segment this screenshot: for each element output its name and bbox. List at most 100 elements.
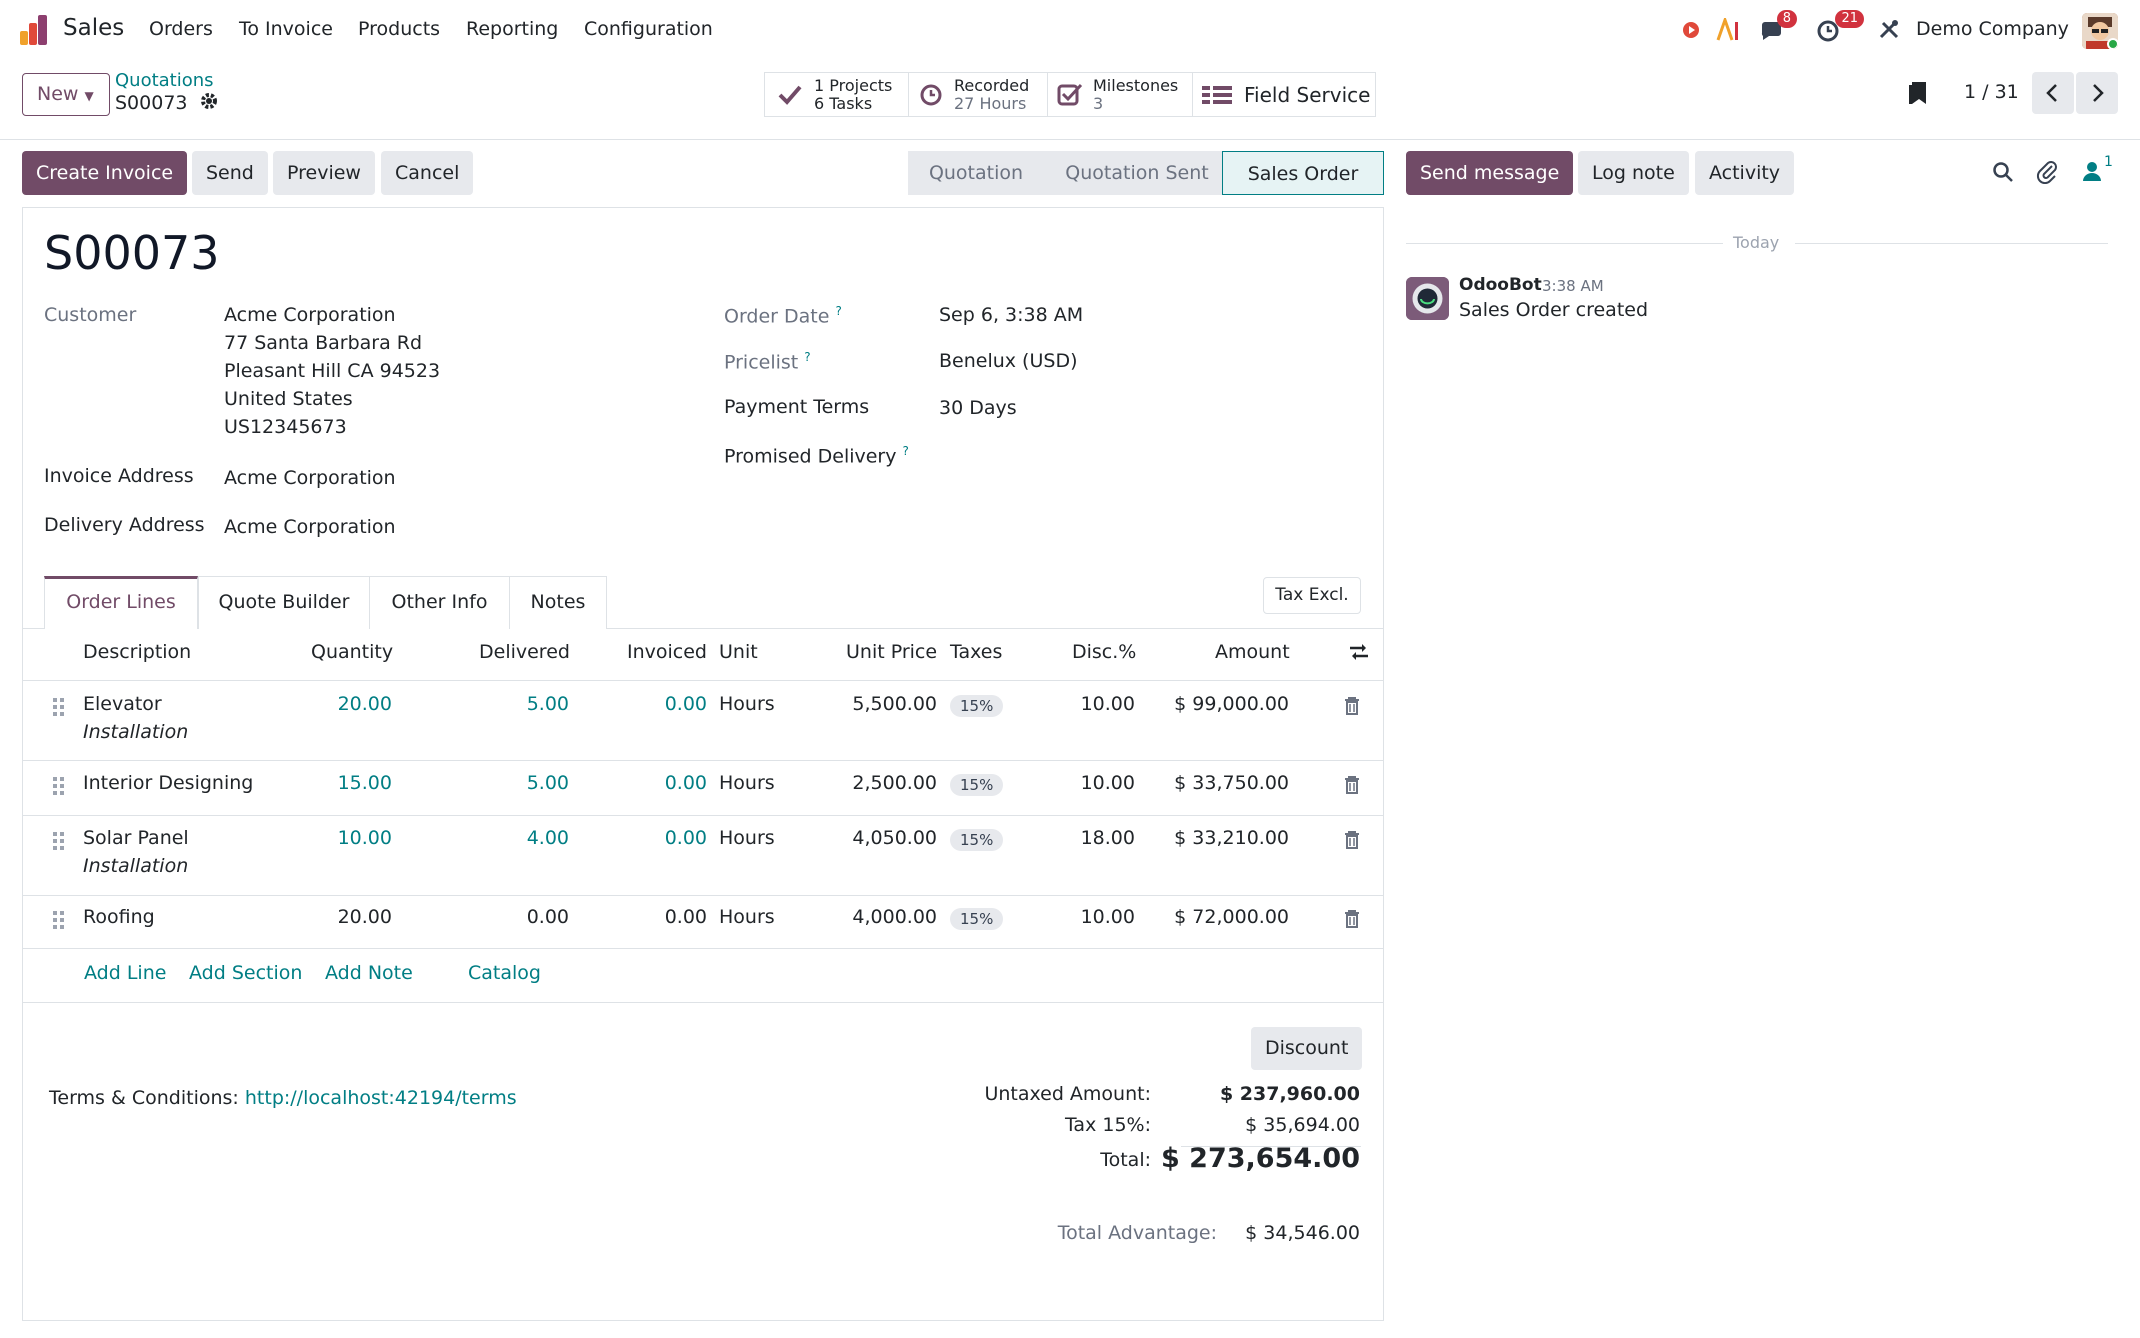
bookmark-icon[interactable] [1908, 80, 1928, 111]
stage-quotation-sent[interactable]: Quotation Sent [1042, 151, 1232, 195]
tab-order-lines[interactable]: Order Lines [44, 576, 198, 629]
table-row[interactable] [0, 816, 2140, 895]
search-icon[interactable] [1992, 161, 2014, 188]
col-amount[interactable]: Amount [1215, 641, 1290, 663]
paperclip-icon[interactable] [2036, 160, 2058, 189]
line-discount[interactable]: 10.00 [1081, 772, 1135, 794]
preview-button[interactable]: Preview [273, 151, 375, 195]
help-tooltip-icon[interactable]: ? [835, 304, 841, 318]
line-unit-price[interactable]: 5,500.00 [852, 693, 937, 715]
col-unit[interactable]: Unit [719, 641, 758, 663]
projects-tasks-smart-button[interactable]: 1 Projects 6 Tasks [764, 72, 909, 117]
line-unit[interactable]: Hours [719, 827, 775, 849]
log-note-button[interactable]: Log note [1578, 151, 1689, 195]
order-date-field[interactable]: Sep 6, 3:38 AM [939, 304, 1083, 326]
messages-icon[interactable]: 8 [1759, 10, 1797, 42]
menu-configuration[interactable]: Configuration [584, 18, 713, 40]
drag-handle-icon[interactable] [53, 910, 65, 930]
line-description[interactable]: Roofing [83, 906, 155, 928]
column-settings-icon[interactable] [1348, 641, 1370, 668]
create-invoice-button[interactable]: Create Invoice [22, 151, 188, 195]
stage-quotation[interactable]: Quotation [908, 151, 1044, 195]
new-button[interactable]: New ▼ [22, 73, 110, 116]
col-unit-price[interactable]: Unit Price [846, 641, 937, 663]
app-name[interactable]: Sales [63, 15, 124, 41]
terms-link[interactable]: http://localhost:42194/terms [245, 1087, 517, 1109]
line-tax-badge[interactable]: 15% [950, 908, 1004, 930]
line-description[interactable]: Elevator [83, 693, 162, 715]
customer-link[interactable]: Acme Corporation [224, 304, 396, 326]
menu-to-invoice[interactable]: To Invoice [239, 18, 333, 40]
col-invoiced[interactable]: Invoiced [627, 641, 707, 663]
line-tax-badge[interactable]: 15% [950, 774, 1004, 796]
pager-next-button[interactable] [2076, 72, 2118, 114]
invoice-address-field[interactable]: Acme Corporation [224, 467, 396, 489]
trash-icon[interactable] [1344, 697, 1360, 715]
line-quantity[interactable]: 20.00 [338, 693, 392, 715]
drag-handle-icon[interactable] [53, 697, 65, 717]
discount-button[interactable]: Discount [1251, 1027, 1363, 1070]
add-note-link[interactable]: Add Note [325, 962, 413, 984]
user-avatar[interactable] [2082, 13, 2118, 49]
tax-excl-toggle[interactable]: Tax Excl. [1263, 577, 1361, 614]
line-unit[interactable]: Hours [719, 693, 775, 715]
tab-notes[interactable]: Notes [509, 576, 607, 629]
stage-sales-order[interactable]: Sales Order [1222, 151, 1384, 195]
add-section-link[interactable]: Add Section [189, 962, 302, 984]
tab-other-info[interactable]: Other Info [369, 576, 510, 629]
pager-previous-button[interactable] [2032, 72, 2074, 114]
line-description[interactable]: Interior Designing [83, 772, 253, 794]
table-row[interactable] [0, 681, 2140, 760]
drag-handle-icon[interactable] [53, 831, 65, 851]
payment-terms-field[interactable]: 30 Days [939, 397, 1017, 419]
menu-orders[interactable]: Orders [149, 18, 213, 40]
line-unit[interactable]: Hours [719, 772, 775, 794]
ai-icon[interactable] [1716, 15, 1740, 42]
line-unit-price[interactable]: 2,500.00 [852, 772, 937, 794]
company-switcher[interactable]: Demo Company [1916, 18, 2069, 40]
recorded-hours-smart-button[interactable]: Recorded 27 Hours [908, 72, 1048, 117]
line-discount[interactable]: 18.00 [1081, 827, 1135, 849]
table-row[interactable] [0, 896, 2140, 948]
tab-quote-builder[interactable]: Quote Builder [198, 576, 370, 629]
trash-icon[interactable] [1344, 910, 1360, 928]
line-quantity[interactable]: 15.00 [338, 772, 392, 794]
field-service-smart-button[interactable]: Field Service [1192, 72, 1376, 117]
line-unit-price[interactable]: 4,050.00 [852, 827, 937, 849]
drag-handle-icon[interactable] [53, 776, 65, 796]
line-invoiced[interactable]: 0.00 [665, 906, 707, 928]
gear-icon[interactable] [200, 92, 218, 115]
cancel-button[interactable]: Cancel [381, 151, 474, 195]
line-discount[interactable]: 10.00 [1081, 693, 1135, 715]
menu-reporting[interactable]: Reporting [466, 18, 558, 40]
delivery-address-field[interactable]: Acme Corporation [224, 516, 396, 538]
line-delivered[interactable]: 0.00 [527, 906, 569, 928]
line-quantity[interactable]: 20.00 [338, 906, 392, 928]
followers-button[interactable]: 1 [2082, 154, 2113, 187]
pricelist-field[interactable]: Benelux (USD) [939, 350, 1077, 372]
line-delivered[interactable]: 5.00 [527, 693, 569, 715]
menu-products[interactable]: Products [358, 18, 440, 40]
breadcrumb-quotations[interactable]: Quotations [115, 70, 214, 91]
activities-clock-icon[interactable]: 21 [1816, 10, 1864, 42]
line-delivered[interactable]: 4.00 [527, 827, 569, 849]
line-unit-price[interactable]: 4,000.00 [852, 906, 937, 928]
line-delivered[interactable]: 5.00 [527, 772, 569, 794]
line-invoiced[interactable]: 0.00 [665, 772, 707, 794]
send-button[interactable]: Send [192, 151, 268, 195]
line-discount[interactable]: 10.00 [1081, 906, 1135, 928]
help-tooltip-icon[interactable]: ? [902, 444, 908, 458]
pager-value[interactable]: 1 / 31 [1964, 81, 2019, 103]
catalog-link[interactable]: Catalog [468, 962, 541, 984]
line-tax-badge[interactable]: 15% [950, 829, 1004, 851]
line-invoiced[interactable]: 0.00 [665, 827, 707, 849]
col-taxes[interactable]: Taxes [950, 641, 1002, 663]
table-row[interactable] [0, 761, 2140, 815]
line-quantity[interactable]: 10.00 [338, 827, 392, 849]
line-unit[interactable]: Hours [719, 906, 775, 928]
line-invoiced[interactable]: 0.00 [665, 693, 707, 715]
debug-tools-icon[interactable] [1878, 18, 1902, 42]
message-author[interactable]: OdooBot [1459, 275, 1542, 295]
record-icon[interactable] [1680, 18, 1704, 42]
help-tooltip-icon[interactable]: ? [804, 350, 810, 364]
